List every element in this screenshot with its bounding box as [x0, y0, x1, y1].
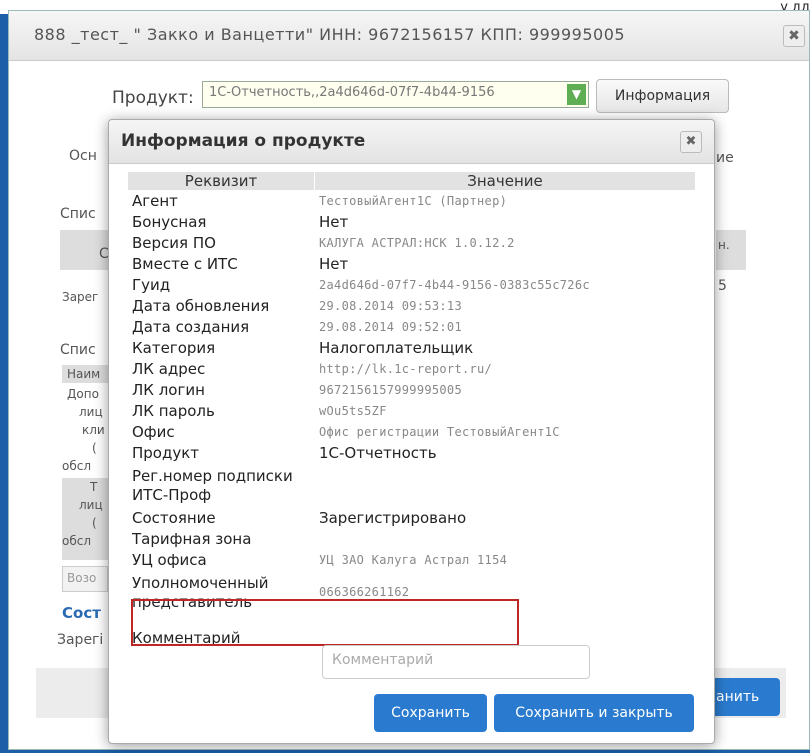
row-value: http://lk.1c-report.ru/	[314, 358, 696, 380]
tab-osn[interactable]: Осн	[69, 148, 97, 164]
bg-kli: кли	[82, 423, 105, 437]
row-value: ТестовыйАгент1С (Партнер)	[314, 190, 696, 212]
table-row: УЦ офиса УЦ ЗАО Калуга Астрал 1154	[127, 549, 696, 571]
row-value: УЦ ЗАО Калуга Астрал 1154	[314, 549, 696, 571]
table-row: Агент ТестовыйАгент1С (Партнер)	[127, 190, 696, 212]
table-row: Продукт 1С-Отчетность	[127, 442, 696, 464]
row-value: 2a4d646d-07f7-4b44-9156-0383c55c726c	[314, 274, 696, 296]
row-value: Нет	[314, 253, 696, 275]
table-row: Вместе с ИТС Нет	[127, 253, 696, 275]
product-label: Продукт:	[112, 88, 194, 108]
row-value: 29.08.2014 09:52:01	[314, 316, 696, 338]
bg-five: 5	[718, 278, 727, 294]
table-row: Тарифная зона	[127, 528, 696, 550]
row-value	[314, 463, 696, 508]
product-select-value: 1С-Отчетность,,2a4d646d-07f7-4b44-9156	[209, 85, 495, 100]
bg-sost-heading: Сост	[62, 604, 101, 622]
table-row: Версия ПО КАЛУГА АСТРАЛ:НСК 1.0.12.2	[127, 232, 696, 254]
bg-dopo: Допо	[67, 387, 99, 401]
table-row: Категория Налогоплательщик	[127, 337, 696, 359]
row-key: Версия ПО	[127, 232, 315, 254]
bg-t: Т	[90, 480, 98, 494]
bg-zaregi: Зарегі	[57, 632, 104, 648]
dialog-title: Информация о продукте	[121, 131, 366, 151]
table-row: Офис Офис регистрации ТестовыйАгент1С	[127, 421, 696, 443]
row-value: Офис регистрации ТестовыйАгент1С	[314, 421, 696, 443]
row-key: Состояние	[127, 507, 315, 529]
row-value: 9672156157999995005	[314, 379, 696, 401]
row-key: Офис	[127, 421, 315, 443]
bg-naim: Наим	[67, 367, 101, 381]
row-value: wOu5ts5ZF	[314, 400, 696, 422]
row-key: Дата обновления	[127, 295, 315, 317]
bg-zareg: Зарег	[62, 290, 99, 304]
bg-vozo-label: Возо	[67, 571, 97, 585]
row-value: 1С-Отчетность	[314, 442, 696, 464]
dialog-header: Информация о продукте ✖	[109, 120, 714, 164]
row-key: Тарифная зона	[127, 528, 315, 550]
close-icon[interactable]: ✖	[680, 131, 702, 153]
table-row: Бонусная Нет	[127, 211, 696, 233]
table-row: Состояние Зарегистрировано	[127, 507, 696, 529]
column-header-key: Реквизит	[127, 171, 315, 191]
row-key: Продукт	[127, 442, 315, 464]
tab-ie[interactable]: ие	[716, 150, 734, 166]
table-row: Дата создания 29.08.2014 09:52:01	[127, 316, 696, 338]
close-icon[interactable]: ✖	[783, 25, 805, 47]
product-select[interactable]: 1С-Отчетность,,2a4d646d-07f7-4b44-9156 ▼	[202, 81, 589, 108]
row-key: ЛК логин	[127, 379, 315, 401]
row-key: ЛК пароль	[127, 400, 315, 422]
bg-obsl: обсл	[62, 459, 92, 473]
bg-paren-2: (	[92, 516, 97, 530]
row-key: Бонусная	[127, 211, 315, 233]
row-key: Вместе с ИТС	[127, 253, 315, 275]
bg-litsi-2: лиц	[79, 498, 103, 512]
table-row: ЛК логин 9672156157999995005	[127, 379, 696, 401]
bg-litsi: лиц	[79, 405, 103, 419]
comment-input[interactable]: Комментарий	[322, 645, 590, 679]
row-value: 29.08.2014 09:53:13	[314, 295, 696, 317]
row-key: УЦ офиса	[127, 549, 315, 571]
table-row: ЛК адрес http://lk.1c-report.ru/	[127, 358, 696, 380]
save-button[interactable]: Сохранить	[374, 694, 487, 732]
row-key: Агент	[127, 190, 315, 212]
outer-title-bar: 888 _тест_ " Закко и Ванцетти" ИНН: 9672…	[9, 11, 809, 61]
table-row: Гуид 2a4d646d-07f7-4b44-9156-0383c55c726c	[127, 274, 696, 296]
table-header-row: Реквизит Значение	[127, 171, 696, 191]
row-key: Рег.номер подписки ИТС-Проф	[127, 463, 315, 508]
bg-col-n: н.	[718, 238, 730, 252]
row-value: Нет	[314, 211, 696, 233]
row-key: Гуид	[127, 274, 315, 296]
row-value: КАЛУГА АСТРАЛ:НСК 1.0.12.2	[314, 232, 696, 254]
section-spis-1: Спис	[60, 206, 96, 222]
outer-title: 888 _тест_ " Закко и Ванцетти" ИНН: 9672…	[34, 25, 626, 44]
row-value: Налогоплательщик	[314, 337, 696, 359]
row-value	[314, 528, 696, 550]
bg-paren: (	[92, 441, 97, 455]
product-info-table: Реквизит Значение Агент ТестовыйАгент1С (…	[127, 171, 696, 663]
section-spis-2: Спис	[60, 342, 96, 358]
info-button[interactable]: Информация	[596, 79, 729, 113]
table-row: Дата обновления 29.08.2014 09:53:13	[127, 295, 696, 317]
save-and-close-button[interactable]: Сохранить и закрыть	[494, 694, 694, 732]
chevron-down-icon[interactable]: ▼	[567, 84, 586, 105]
row-key: Дата создания	[127, 316, 315, 338]
column-header-value: Значение	[314, 171, 696, 191]
table-row: Рег.номер подписки ИТС-Проф	[127, 463, 696, 508]
row-value: Зарегистрировано	[314, 507, 696, 529]
row-key: ЛК адрес	[127, 358, 315, 380]
row-key: Категория	[127, 337, 315, 359]
bg-obsl-2: обсл	[62, 534, 92, 548]
table-row: ЛК пароль wOu5ts5ZF	[127, 400, 696, 422]
highlight-box	[131, 599, 519, 646]
